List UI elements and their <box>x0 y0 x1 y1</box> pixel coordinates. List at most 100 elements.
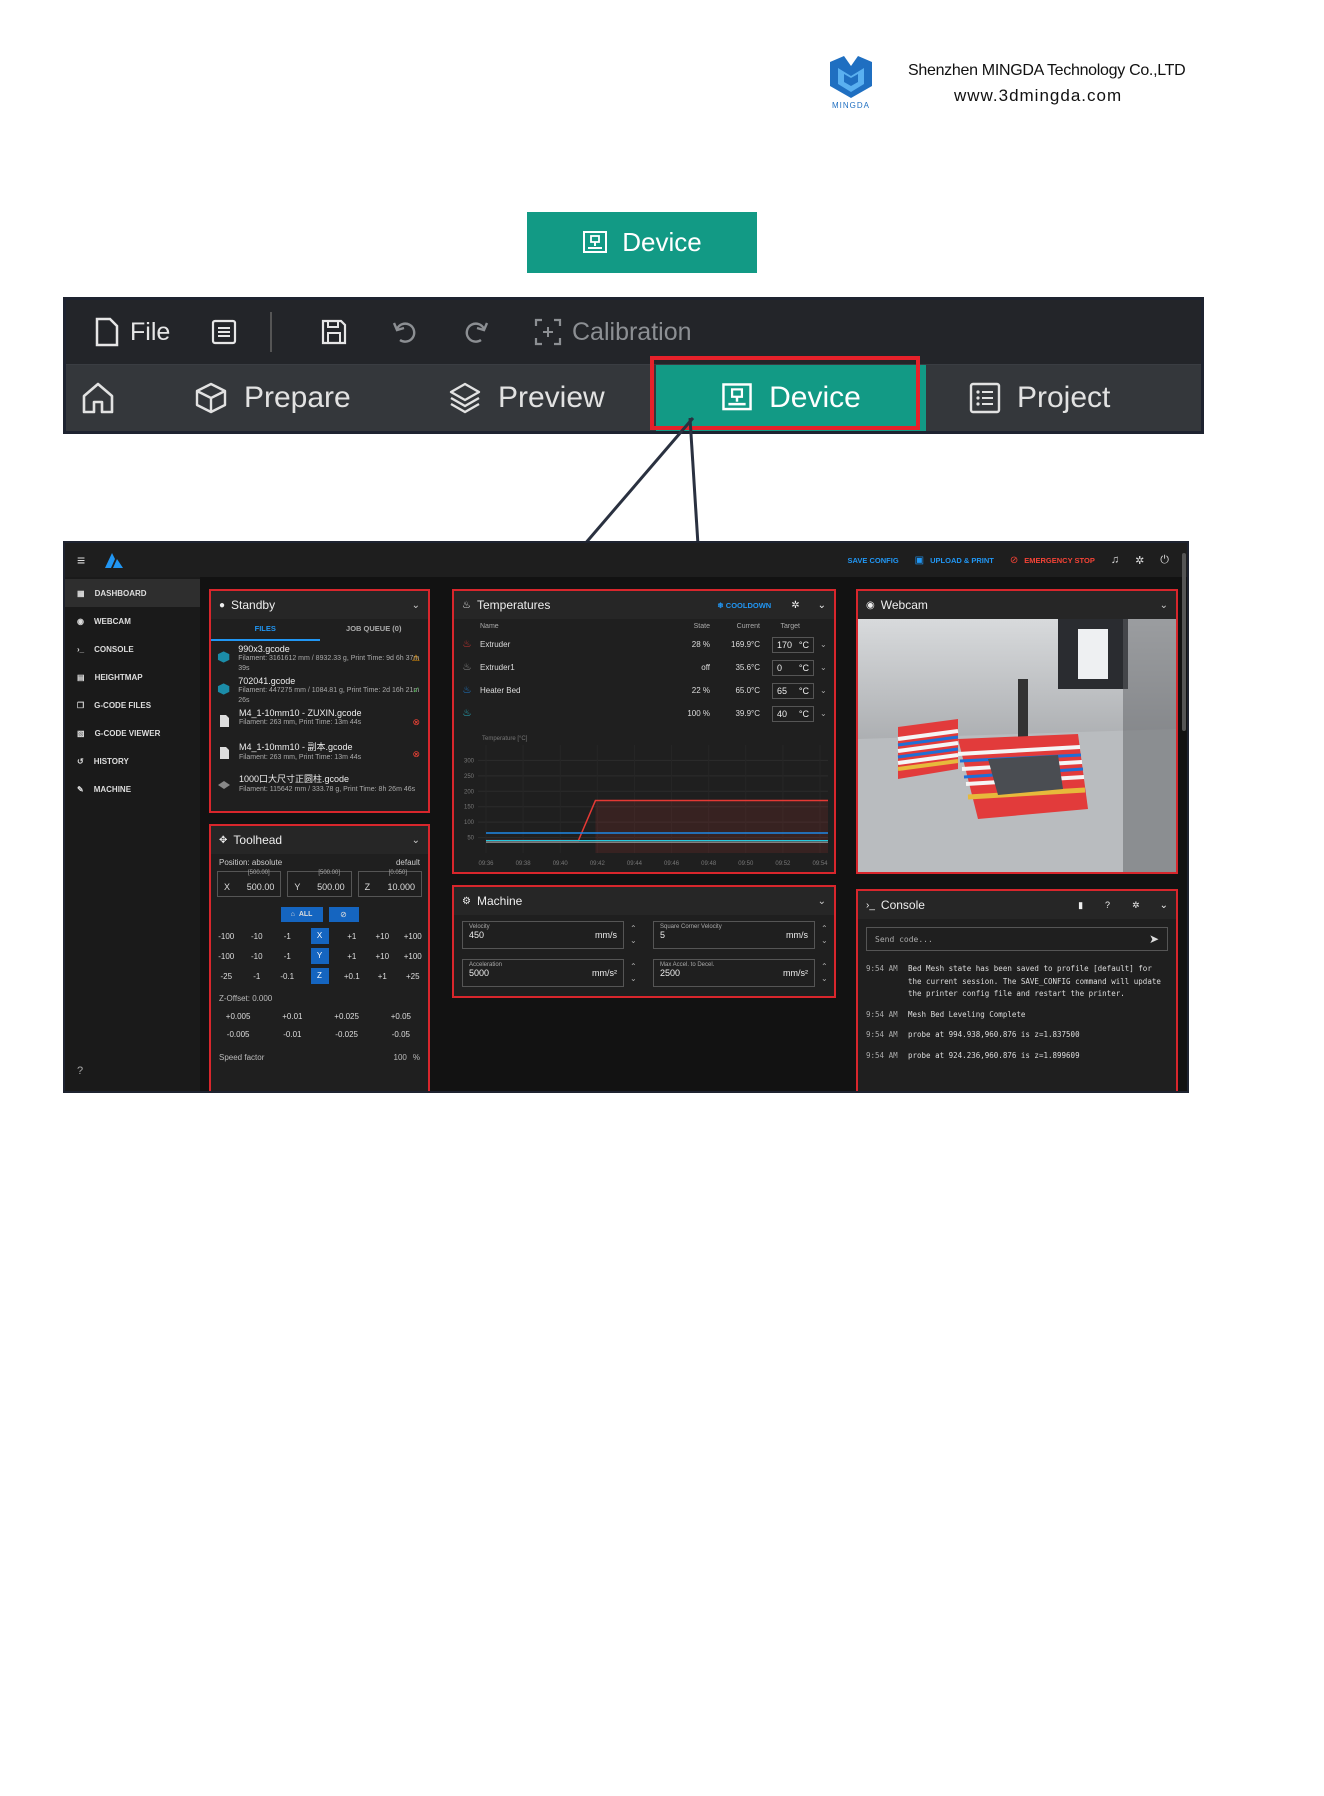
tab-job-queue[interactable]: JOB QUEUE (0) <box>320 619 429 641</box>
nav-gcode-files[interactable]: ❐ G-CODE FILES <box>65 691 200 719</box>
temp-row: ♨ Extruder1 off 35.6°C 0 °C ⌄ <box>454 656 834 679</box>
zoffset-button[interactable]: -0.05 <box>374 1030 428 1039</box>
velocity-stepper-icon[interactable]: ⌃ ⌄ <box>630 923 637 947</box>
jog-button[interactable]: -10 <box>242 932 273 941</box>
scv-stepper-icon[interactable]: ⌃ ⌄ <box>821 923 828 947</box>
heater-target-input[interactable]: 65 °C <box>772 682 814 699</box>
tab-preview[interactable]: Preview <box>448 365 605 431</box>
jog-button[interactable]: -0.1 <box>272 972 303 981</box>
chevron-down-icon[interactable]: ⌄ <box>1160 600 1168 611</box>
chevron-down-icon[interactable]: ⌄ <box>412 835 420 846</box>
jog-button[interactable]: +25 <box>398 972 429 981</box>
file-menu-button[interactable]: File <box>94 317 170 347</box>
nav-console[interactable]: ›_ CONSOLE <box>65 635 200 663</box>
jog-button[interactable]: -100 <box>211 952 242 961</box>
zoffset-button[interactable]: -0.005 <box>211 1030 265 1039</box>
chevron-down-icon[interactable]: ⌄ <box>820 663 827 672</box>
zoffset-button[interactable]: +0.025 <box>320 1012 374 1021</box>
heater-target-input[interactable]: 0 °C <box>772 659 814 676</box>
nav-heightmap[interactable]: ▤ HEIGHTMAP <box>65 663 200 691</box>
tab-project[interactable]: Project <box>969 365 1110 431</box>
jog-button[interactable]: -1 <box>272 952 303 961</box>
device-button[interactable]: Device <box>527 212 757 273</box>
z-position-field[interactable]: [0.050] Z 10.000 <box>357 870 422 897</box>
chevron-down-icon[interactable]: ⌄ <box>1160 900 1168 911</box>
chevron-down-icon[interactable]: ⌄ <box>412 600 420 611</box>
chevron-down-icon[interactable]: ⌄ <box>820 686 827 695</box>
zoffset-button[interactable]: +0.01 <box>265 1012 319 1021</box>
jog-button[interactable]: +10 <box>367 952 398 961</box>
nav-history[interactable]: ↺ HISTORY <box>65 747 200 775</box>
jog-button[interactable]: -100 <box>211 932 242 941</box>
notification-bell-icon[interactable]: ♫ <box>1111 554 1119 566</box>
velocity-field[interactable]: Velocity 450 mm/s <box>462 921 624 949</box>
help-icon[interactable]: ? <box>77 1065 83 1077</box>
send-icon[interactable]: ➤ <box>1149 932 1159 946</box>
speed-factor-value[interactable]: 100 <box>394 1053 407 1062</box>
console-input[interactable]: Send code... ➤ <box>866 927 1168 951</box>
nav-webcam[interactable]: ◉ WEBCAM <box>65 607 200 635</box>
accel-decel-stepper-icon[interactable]: ⌃ ⌄ <box>821 961 828 985</box>
motors-off-button[interactable]: ⊘ <box>328 907 359 922</box>
calibration-button[interactable]: Calibration <box>534 318 692 347</box>
tab-prepare[interactable]: Prepare <box>194 365 351 431</box>
power-icon[interactable]: ⏻ <box>1160 554 1169 567</box>
zoffset-button[interactable]: -0.01 <box>265 1030 319 1039</box>
emergency-stop-icon: ⊘ <box>1009 554 1019 566</box>
emergency-stop-button[interactable]: EMERGENCY STOP <box>1024 556 1095 565</box>
cooldown-button[interactable]: ❄ COOLDOWN <box>717 601 771 610</box>
temperatures-header: ♨ Temperatures ❄ COOLDOWN ✲ ⌄ <box>454 591 834 619</box>
chevron-down-icon[interactable]: ⌄ <box>820 709 827 718</box>
y-position-field[interactable]: [500.00] Y 500.00 <box>287 870 352 897</box>
save-button[interactable] <box>321 319 347 345</box>
upload-print-button[interactable]: UPLOAD & PRINT <box>930 556 994 565</box>
nav-dashboard[interactable]: ▦ DASHBOARD <box>65 579 200 607</box>
console-header: ›_ Console ▮ ? ✲ ⌄ <box>858 891 1176 919</box>
help-icon[interactable]: ? <box>1105 900 1110 910</box>
home-all-button[interactable]: ⌂ ALL <box>280 907 323 922</box>
zoffset-button[interactable]: -0.025 <box>320 1030 374 1039</box>
file-list-item[interactable]: 702041.gcode Filament: 447275 mm / 1084.8… <box>211 673 428 705</box>
x-position-field[interactable]: [500.00] X 500.00 <box>217 870 282 897</box>
nav-machine[interactable]: ✎ MACHINE <box>65 775 200 803</box>
jog-button[interactable]: -10 <box>242 952 273 961</box>
redo-button[interactable] <box>462 319 490 345</box>
zoffset-button[interactable]: +0.05 <box>374 1012 428 1021</box>
zoffset-button[interactable]: +0.005 <box>211 1012 265 1021</box>
acceleration-field[interactable]: Acceleration 5000 mm/s² <box>462 959 624 987</box>
tab-files[interactable]: FILES <box>211 619 320 641</box>
heater-target-input[interactable]: 170 °C <box>772 636 814 653</box>
jog-button[interactable]: +1 <box>367 972 398 981</box>
file-list-item[interactable]: 1000口大尺寸正圆柱.gcode Filament: 115642 mm / 3… <box>211 769 428 801</box>
jog-button[interactable]: +100 <box>398 952 429 961</box>
save-config-button[interactable]: SAVE CONFIG <box>848 556 899 565</box>
jog-button[interactable]: +100 <box>398 932 429 941</box>
jog-button[interactable]: +0.1 <box>337 972 368 981</box>
nav-gcode-viewer[interactable]: ▧ G-CODE VIEWER <box>65 719 200 747</box>
chevron-down-icon[interactable]: ⌄ <box>818 600 826 611</box>
settings-gear-icon[interactable]: ✲ <box>791 600 799 611</box>
jog-button[interactable]: -25 <box>211 972 242 981</box>
settings-gear-icon[interactable]: ✲ <box>1135 554 1144 567</box>
jog-button[interactable]: -1 <box>242 972 273 981</box>
heater-target-input[interactable]: 40 °C <box>772 705 814 722</box>
jog-button[interactable]: -1 <box>272 932 303 941</box>
file-list-item[interactable]: 990x3.gcode Filament: 3161612 mm / 8932.3… <box>211 641 428 673</box>
file-list-item[interactable]: M4_1-10mm10 - 副本.gcode Filament: 263 mm, … <box>211 737 428 769</box>
jog-button[interactable]: +1 <box>337 932 368 941</box>
tab-home[interactable] <box>80 365 116 431</box>
chevron-down-icon[interactable]: ⌄ <box>820 640 827 649</box>
file-list-item[interactable]: M4_1-10mm10 - ZUXIN.gcode Filament: 263 m… <box>211 705 428 737</box>
scrollbar[interactable] <box>1182 553 1186 731</box>
chevron-down-icon[interactable]: ⌄ <box>818 896 826 907</box>
accel-stepper-icon[interactable]: ⌃ ⌄ <box>630 961 637 985</box>
menu-list-button[interactable] <box>211 319 237 345</box>
trash-icon[interactable]: ▮ <box>1078 900 1083 911</box>
square-corner-velocity-field[interactable]: Square Corner Velocity 5 mm/s <box>653 921 815 949</box>
undo-button[interactable] <box>391 319 419 345</box>
jog-button[interactable]: +10 <box>367 932 398 941</box>
settings-gear-icon[interactable]: ✲ <box>1132 900 1140 911</box>
jog-button[interactable]: +1 <box>337 952 368 961</box>
max-accel-to-decel-field[interactable]: Max Accel. to Decel. 2500 mm/s² <box>653 959 815 987</box>
hamburger-menu-icon[interactable]: ≡ <box>77 552 85 568</box>
